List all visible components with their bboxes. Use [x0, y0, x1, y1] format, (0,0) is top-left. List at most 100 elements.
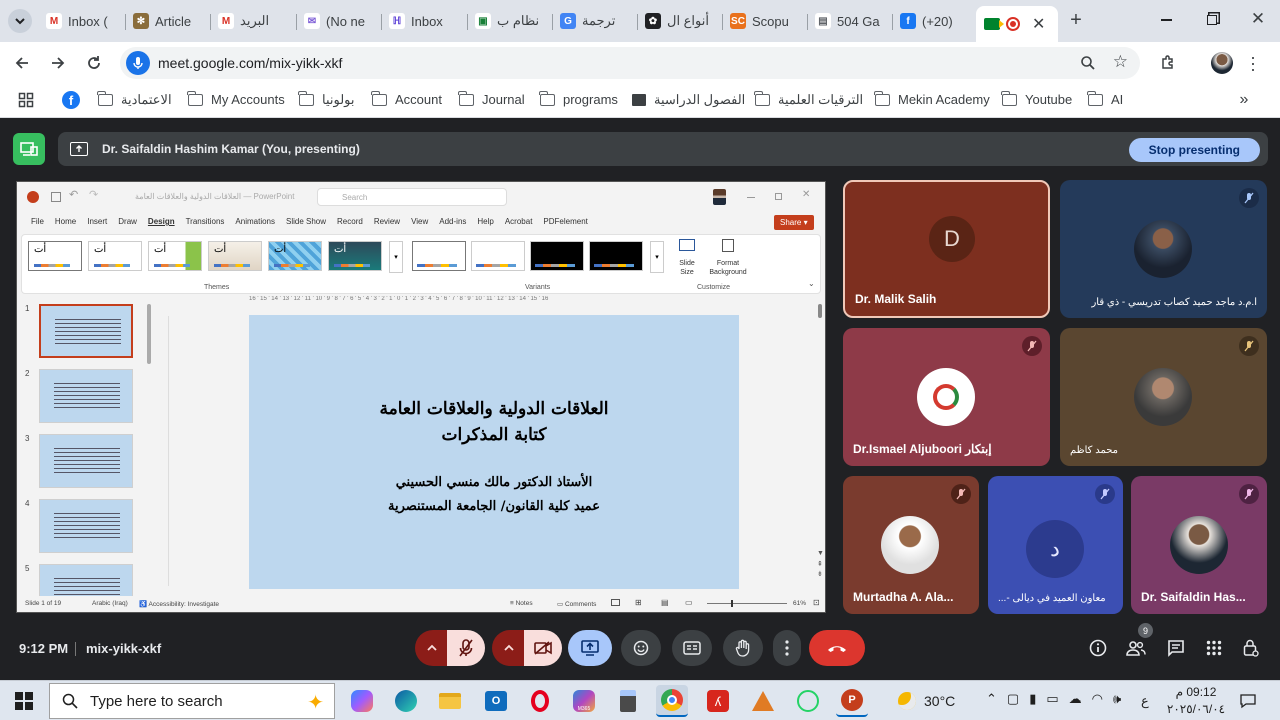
slide-thumbnail[interactable]	[39, 499, 133, 553]
host-controls-button[interactable]	[1240, 637, 1262, 659]
fit-to-window-icon[interactable]: ⊡	[813, 598, 820, 607]
back-button[interactable]	[12, 53, 32, 73]
participant-tile-diyala[interactable]: د معاون العميد في ديالى -...	[988, 476, 1123, 614]
ppt-menu-item[interactable]: Acrobat	[505, 217, 533, 226]
tab-0[interactable]: M Inbox (	[46, 8, 120, 34]
cloud-icon[interactable]: ☁	[1069, 691, 1082, 707]
ppt-menu-item[interactable]: Add-ins	[439, 217, 466, 226]
slide-thumbnail[interactable]	[39, 304, 133, 358]
zoom-icon[interactable]	[1080, 55, 1096, 76]
ppt-menu-item[interactable]: Home	[55, 217, 76, 226]
browser-menu-button[interactable]: · · ·	[1246, 48, 1260, 78]
theme-thumbnail[interactable]: أت	[268, 241, 322, 271]
ppt-menu-item[interactable]: Insert	[87, 217, 107, 226]
more-options-button[interactable]	[773, 630, 801, 666]
theme-thumbnail[interactable]: أت	[328, 241, 382, 271]
ppt-minimize-icon[interactable]	[747, 197, 755, 198]
volume-icon[interactable]: 🕪	[1113, 691, 1121, 707]
next-slide-icon[interactable]: ⇟	[817, 570, 823, 578]
slide-size-button[interactable]: Slide Size	[674, 239, 700, 279]
close-tab-icon[interactable]: ✕	[1032, 14, 1045, 34]
bookmark-6[interactable]: الفصول الدراسية	[632, 92, 745, 108]
activities-button[interactable]	[1203, 637, 1225, 659]
thumbs-scrollbar[interactable]	[147, 304, 151, 364]
bookmark-0[interactable]: الاعتمادية	[97, 91, 172, 108]
undo-icon[interactable]: ↶	[69, 188, 78, 201]
ppt-menu-item[interactable]: Slide Show	[286, 217, 326, 226]
battery-icon[interactable]: ▭	[1046, 691, 1058, 707]
ppt-close-icon[interactable]: ✕	[802, 189, 810, 200]
slide-sorter-icon[interactable]: ⊞	[635, 598, 642, 607]
editor-scrollbar[interactable]	[818, 304, 822, 318]
tab-9[interactable]: ▤ 504 Ga	[815, 8, 889, 34]
clock[interactable]: 09:12 م ٢٠٢٥/٠٦/٠٤	[1166, 684, 1226, 718]
taskbar-matlab[interactable]	[747, 685, 779, 717]
slide-canvas[interactable]: العلاقات الدولية والعلاقات العامة كتابة …	[249, 315, 739, 589]
tray-device-icon[interactable]: ▢	[1007, 691, 1019, 707]
variant-thumbnail[interactable]	[530, 241, 584, 271]
video-options-button[interactable]	[492, 630, 526, 666]
taskbar-calculator[interactable]	[612, 685, 644, 717]
taskbar-edge[interactable]	[390, 685, 422, 717]
raise-hand-button[interactable]	[723, 630, 763, 666]
taskbar-chrome[interactable]	[656, 685, 688, 717]
variant-thumbnail[interactable]	[589, 241, 643, 271]
ppt-restore-icon[interactable]	[775, 193, 782, 200]
theme-thumbnail[interactable]: أت	[148, 241, 202, 271]
bookmark-1[interactable]: My Accounts	[187, 90, 285, 107]
taskbar-copilot[interactable]	[346, 685, 378, 717]
tab-search-button[interactable]	[8, 9, 32, 33]
slide-thumbnail[interactable]	[39, 564, 133, 596]
audio-options-button[interactable]	[415, 630, 449, 666]
notifications-button[interactable]	[1238, 691, 1258, 711]
tab-4[interactable]: ℍ Inbox	[389, 8, 463, 34]
language-status[interactable]: Arabic (Iraq)	[92, 600, 128, 607]
normal-view-icon[interactable]	[611, 599, 620, 606]
captions-button[interactable]	[672, 630, 712, 666]
redo-icon[interactable]: ↷	[89, 188, 98, 201]
themes-more-button[interactable]: ▾	[389, 241, 403, 273]
tab-10[interactable]: f (+20)	[900, 8, 974, 34]
accessibility-status[interactable]: ♿ Accessibility: Investigate	[139, 600, 219, 608]
restore-button[interactable]	[1202, 10, 1222, 30]
profile-avatar[interactable]	[1211, 52, 1233, 74]
tab-5[interactable]: ▣ نظام ب	[475, 8, 549, 34]
bookmark-facebook[interactable]: f	[62, 91, 80, 109]
participant-tile-malik[interactable]: D Dr. Malik Salih	[843, 180, 1050, 318]
people-button[interactable]	[1124, 637, 1148, 659]
ppt-search-box[interactable]: Search	[317, 188, 507, 206]
ppt-menu-item[interactable]: Review	[374, 217, 400, 226]
participant-tile-saifaldin[interactable]: Dr. Saifaldin Has...	[1131, 476, 1267, 614]
taskbar-m365[interactable]: M365	[568, 685, 600, 717]
bookmark-10[interactable]: AI	[1087, 90, 1123, 107]
forward-button[interactable]	[48, 53, 68, 73]
tab-1[interactable]: ✻ Article	[133, 8, 207, 34]
ppt-menu-item[interactable]: Draw	[118, 217, 137, 226]
tray-chevron-up-icon[interactable]: ⌃	[986, 691, 997, 707]
tab-6[interactable]: G ترجمة	[560, 8, 634, 34]
microphone-button[interactable]	[447, 630, 485, 666]
reactions-button[interactable]	[621, 630, 661, 666]
url-text[interactable]: meet.google.com/mix-yikk-xkf	[158, 55, 342, 71]
participant-tile-murtadha[interactable]: Murtadha A. Ala...	[843, 476, 979, 614]
bookmark-5[interactable]: programs	[539, 90, 618, 107]
bookmark-2[interactable]: بولونيا	[298, 91, 355, 108]
tab-7[interactable]: ✿ أنواع ال	[645, 8, 719, 34]
zoom-level[interactable]: 61%	[793, 600, 806, 607]
taskbar-powerpoint[interactable]: P	[836, 685, 868, 717]
new-tab-button[interactable]: +	[1066, 9, 1086, 31]
format-background-button[interactable]: Format Background	[706, 239, 750, 279]
taskbar-outlook[interactable]: O	[480, 685, 512, 717]
prev-slide-icon[interactable]: ⇞	[817, 560, 823, 568]
ppt-menu-item[interactable]: Transitions	[186, 217, 225, 226]
input-language[interactable]: ع	[1141, 693, 1149, 709]
theme-thumbnail[interactable]: أت	[88, 241, 142, 271]
ppt-menu-item[interactable]: PDFelement	[543, 217, 587, 226]
variant-thumbnail[interactable]	[471, 241, 525, 271]
comments-button[interactable]: ▭ Comments	[557, 600, 596, 608]
chat-button[interactable]	[1165, 637, 1187, 659]
theme-thumbnail[interactable]: أت	[28, 241, 82, 271]
ppt-menu-item[interactable]: View	[411, 217, 428, 226]
minimize-button[interactable]	[1156, 10, 1176, 30]
participant-tile-mohammed[interactable]: محمد كاظم	[1060, 328, 1267, 466]
